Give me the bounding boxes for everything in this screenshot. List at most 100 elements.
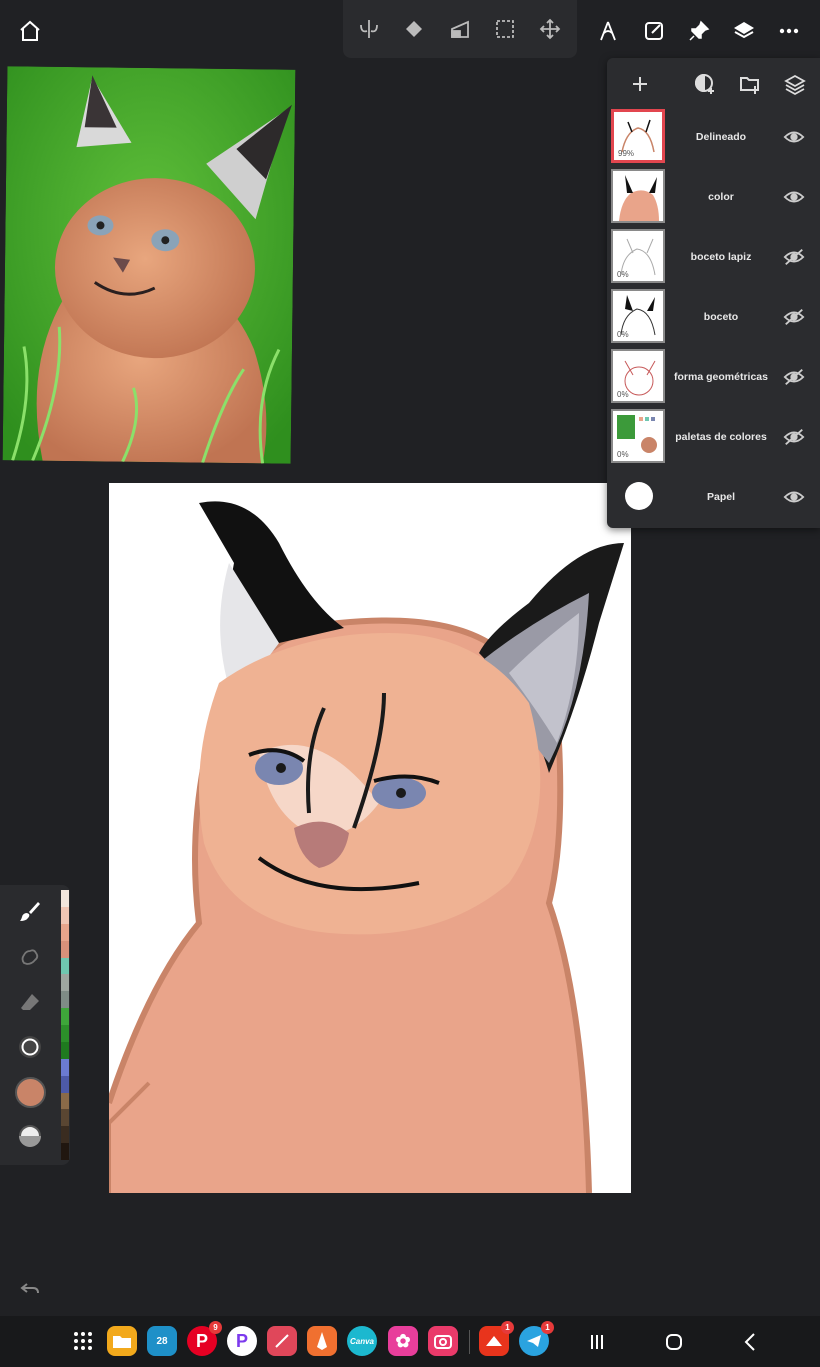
opacity-icon[interactable] xyxy=(10,1116,50,1156)
layer-row-paletas-de-colores[interactable]: 0% paletas de colores xyxy=(607,407,820,467)
sketch-app-icon[interactable] xyxy=(267,1326,297,1356)
fill-icon[interactable] xyxy=(394,9,434,49)
layers-icon[interactable] xyxy=(724,11,764,51)
layers-panel: 99% Delineado color 0% boceto lapiz 0% b… xyxy=(607,58,820,528)
palette-swatch[interactable] xyxy=(61,1041,69,1059)
transform-icon[interactable] xyxy=(530,9,570,49)
smudge-icon[interactable] xyxy=(10,937,50,977)
pencil-app-icon[interactable] xyxy=(307,1326,337,1356)
drawing-canvas[interactable] xyxy=(109,483,631,1193)
add-fill-layer-icon[interactable] xyxy=(685,64,725,104)
layer-opacity-text: 0% xyxy=(617,450,629,459)
layer-thumbnail: 0% xyxy=(611,289,665,343)
canva-app-icon[interactable]: Canva xyxy=(347,1326,377,1356)
home-icon[interactable] xyxy=(10,11,50,51)
layer-thumbnail: 0% xyxy=(611,409,665,463)
brush-size-icon[interactable] xyxy=(10,1027,50,1067)
pinterest-app-icon[interactable]: P 9 xyxy=(187,1321,222,1356)
home-nav-icon[interactable] xyxy=(654,1322,694,1362)
apps-icon[interactable] xyxy=(68,1326,98,1356)
flower-glyph: ✿ xyxy=(395,1330,411,1351)
perspective-icon[interactable] xyxy=(440,9,480,49)
selection-icon[interactable] xyxy=(485,9,525,49)
eye-icon[interactable] xyxy=(779,483,809,511)
layer-name: forma geométricas xyxy=(674,371,768,383)
layer-opacity-text: 0% xyxy=(617,330,629,339)
eye-off-icon[interactable] xyxy=(779,363,809,391)
layer-name: boceto xyxy=(703,311,739,323)
notification-badge: 9 xyxy=(209,1321,222,1334)
canva-label: Canva xyxy=(349,1336,374,1346)
eye-icon[interactable] xyxy=(779,183,809,211)
layer-row-color[interactable]: color xyxy=(607,167,820,227)
layer-thumbnail: 99% xyxy=(611,109,665,163)
layer-opacity-text: 0% xyxy=(617,270,629,279)
undo-icon[interactable] xyxy=(10,1268,50,1308)
eye-off-icon[interactable] xyxy=(779,303,809,331)
calendar-app-icon[interactable]: 28 xyxy=(147,1326,177,1356)
layer-thumbnail: 0% xyxy=(611,229,665,283)
color-palette-strip[interactable] xyxy=(61,890,69,1160)
taskbar-divider xyxy=(469,1330,470,1354)
palette-swatch[interactable] xyxy=(61,1109,69,1127)
eye-off-icon[interactable] xyxy=(779,243,809,271)
layer-row-delineado[interactable]: 99% Delineado xyxy=(607,107,820,167)
eraser-icon[interactable] xyxy=(10,982,50,1022)
layer-row-boceto[interactable]: 0% boceto xyxy=(607,287,820,347)
palette-swatch[interactable] xyxy=(61,1025,69,1042)
brush-icon[interactable] xyxy=(10,891,50,931)
recents-icon[interactable] xyxy=(577,1322,617,1362)
symmetry-icon[interactable] xyxy=(349,9,389,49)
picsart-letter: P xyxy=(235,1330,248,1351)
camera-app-icon[interactable] xyxy=(428,1326,458,1356)
notification-badge: 1 xyxy=(501,1321,514,1334)
notification-badge: 1 xyxy=(541,1321,554,1334)
layer-name: paletas de colores xyxy=(675,431,767,443)
add-group-icon[interactable] xyxy=(730,64,770,104)
palette-swatch[interactable] xyxy=(61,1075,69,1093)
palette-swatch[interactable] xyxy=(61,991,69,1009)
layer-name: Delineado xyxy=(695,131,747,143)
add-layer-icon[interactable] xyxy=(620,64,660,104)
palette-swatch[interactable] xyxy=(61,974,69,992)
picsart-app-icon[interactable]: P xyxy=(227,1326,257,1356)
telegram-app-icon[interactable]: 1 xyxy=(519,1321,554,1356)
more-icon[interactable] xyxy=(769,11,809,51)
palette-swatch[interactable] xyxy=(61,957,69,975)
layer-row-papel[interactable]: Papel xyxy=(607,467,820,527)
center-toolbar xyxy=(343,0,577,58)
edit-icon[interactable] xyxy=(634,11,674,51)
palette-swatch[interactable] xyxy=(61,1058,69,1076)
layer-thumbnail xyxy=(611,169,665,223)
palette-swatch[interactable] xyxy=(61,906,69,924)
palette-swatch[interactable] xyxy=(61,1143,69,1160)
calendar-day: 28 xyxy=(156,1335,168,1347)
ruler-icon[interactable] xyxy=(588,11,628,51)
palette-swatch[interactable] xyxy=(61,1092,69,1110)
pinterest-letter: P xyxy=(195,1330,208,1351)
palette-swatch[interactable] xyxy=(61,940,69,958)
vpn-app-icon[interactable]: 1 xyxy=(479,1321,514,1356)
layer-blend-icon[interactable] xyxy=(775,64,815,104)
layer-name: color xyxy=(708,191,734,203)
palette-swatch[interactable] xyxy=(61,890,69,907)
paper-color-swatch[interactable] xyxy=(625,482,653,510)
eye-icon[interactable] xyxy=(779,123,809,151)
layer-row-boceto-lapiz[interactable]: 0% boceto lapiz xyxy=(607,227,820,287)
flower-app-icon[interactable]: ✿ xyxy=(388,1326,418,1356)
layer-name: Papel xyxy=(706,491,735,503)
reference-image[interactable] xyxy=(2,66,296,464)
pin-icon[interactable] xyxy=(679,11,719,51)
eye-off-icon[interactable] xyxy=(779,423,809,451)
palette-swatch[interactable] xyxy=(61,923,69,941)
files-app-icon[interactable] xyxy=(107,1326,137,1356)
palette-swatch[interactable] xyxy=(61,1008,69,1025)
back-icon[interactable] xyxy=(731,1322,771,1362)
left-toolbar xyxy=(0,885,70,1165)
layer-name: boceto lapiz xyxy=(690,251,752,263)
color-swatch-icon[interactable] xyxy=(15,1077,46,1108)
layer-row-forma-geometricas[interactable]: 0% forma geométricas xyxy=(607,347,820,407)
layer-opacity-text: 99% xyxy=(618,149,635,158)
palette-swatch[interactable] xyxy=(61,1126,69,1144)
layer-thumbnail: 0% xyxy=(611,349,665,403)
